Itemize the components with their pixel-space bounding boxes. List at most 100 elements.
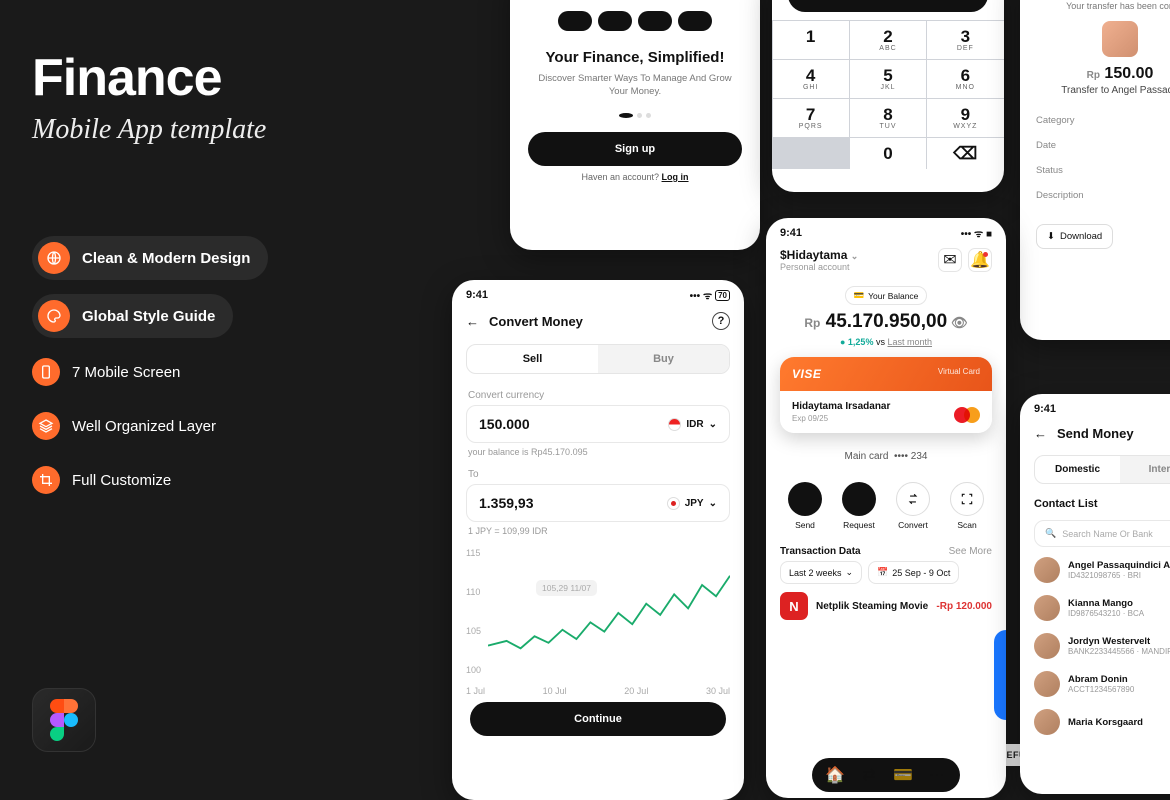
eye-icon[interactable]: 👁 — [951, 315, 968, 330]
figma-logo — [32, 688, 96, 752]
last-month-link[interactable]: Last month — [887, 337, 932, 347]
more-icon[interactable]: ⋯ — [928, 766, 946, 784]
page-title: Send Money — [1057, 426, 1134, 441]
screen-convert-money: 9:41••• ᯤ 70 ←Convert Money? SellBuy Con… — [452, 280, 744, 800]
transfer-to: Transfer to Angel Passaqu — [1020, 85, 1170, 96]
avatar — [1034, 633, 1060, 659]
globe-icon — [38, 242, 70, 274]
key-9[interactable]: 9WXYZ — [927, 99, 1003, 137]
numeric-keypad: 12ABC3DEF 4GHI5JKL6MNO 7PQRS8TUV9WXYZ0⌫ — [772, 20, 1004, 169]
feature-clean: Clean & Modern Design — [32, 236, 268, 280]
signup-button[interactable]: Sign up — [528, 132, 742, 166]
hero-title: Finance — [32, 48, 412, 108]
key-5[interactable]: 5JKL — [850, 60, 926, 98]
recipient-avatar — [1102, 21, 1138, 57]
card-icon[interactable]: 💳 — [894, 766, 912, 784]
contact-row[interactable]: Angel Passaquindici ArcandID4321098765 ·… — [1020, 551, 1170, 589]
secondary-card[interactable] — [994, 630, 1006, 720]
avatar — [1034, 671, 1060, 697]
tab-domestic[interactable]: Domestic — [1035, 456, 1120, 483]
mobile-icon — [32, 358, 60, 386]
avatar — [1034, 595, 1060, 621]
transfer-sub: Your transfer has been con — [1020, 1, 1170, 11]
login-link[interactable]: Log in — [662, 172, 689, 182]
search-icon: 🔍 — [1045, 528, 1056, 539]
layers-icon — [32, 412, 60, 440]
avatar — [1034, 709, 1060, 735]
detail-row: Category — [1020, 108, 1170, 133]
netflix-icon: N — [780, 592, 808, 620]
screen-transfer-success: Transfer Suc Your transfer has been con … — [1020, 0, 1170, 340]
screen-onboard: Main card 234 Your Finance, Simplified! … — [510, 0, 760, 250]
filter-range[interactable]: Last 2 weeks ⌄ — [780, 561, 862, 584]
feature-list: Clean & Modern Design Global Style Guide… — [32, 236, 412, 500]
amount-field-to[interactable]: 1.359,93JPY ⌄ — [466, 484, 730, 522]
download-icon: ⬇ — [1047, 231, 1055, 242]
feature-customize: Full Customize — [32, 460, 189, 500]
contact-row[interactable]: Maria Korsgaard — [1020, 703, 1170, 741]
feature-screens: 7 Mobile Screen — [32, 352, 198, 392]
key-7[interactable]: 7PQRS — [773, 99, 849, 137]
key-4[interactable]: 4GHI — [773, 60, 849, 98]
screen-keypad: Send 12ABC3DEF 4GHI5JKL6MNO 7PQRS8TUV9WXYZ… — [772, 0, 1004, 192]
detail-row: Description — [1020, 183, 1170, 208]
tab-buy[interactable]: Buy — [598, 345, 729, 373]
feature-style: Global Style Guide — [32, 294, 233, 338]
back-icon[interactable]: ← — [466, 314, 479, 329]
download-button[interactable]: ⬇Download — [1036, 224, 1113, 249]
swap-icon[interactable]: ⇄ — [860, 766, 878, 784]
tab-international[interactable]: Intern — [1120, 456, 1170, 483]
back-icon[interactable]: ← — [1034, 426, 1047, 441]
key-⌫[interactable]: ⌫ — [927, 138, 1003, 169]
detail-row: Status — [1020, 158, 1170, 183]
action-send[interactable]: Send — [788, 482, 822, 530]
home-icon[interactable]: 🏠 — [826, 766, 844, 784]
action-request[interactable]: Request — [842, 482, 876, 530]
palette-icon — [38, 300, 70, 332]
search-input[interactable]: 🔍Search Name Or Bank — [1034, 520, 1170, 547]
key-6[interactable]: 6MNO — [927, 60, 1003, 98]
action-convert[interactable]: Convert — [896, 482, 930, 530]
key-3[interactable]: 3DEF — [927, 21, 1003, 59]
continue-button[interactable]: Continue — [470, 702, 726, 736]
onboard-heading: Your Finance, Simplified! — [510, 49, 760, 66]
virtual-card[interactable]: VISEVirtual Card Hidaytama IrsadanarExp … — [780, 357, 992, 433]
feature-layers: Well Organized Layer — [32, 406, 234, 446]
avatar — [1034, 557, 1060, 583]
key-8[interactable]: 8TUV — [850, 99, 926, 137]
tab-bar[interactable]: 🏠 ⇄ 💳 ⋯ — [812, 758, 960, 792]
contact-row[interactable]: Kianna MangoID9876543210 · BCA — [1020, 589, 1170, 627]
hero-subtitle: Mobile App template — [32, 114, 412, 146]
contact-row[interactable]: Jordyn WesterveltBANK2233445566 · MANDIR… — [1020, 627, 1170, 665]
bell-icon[interactable]: 🔔 — [968, 248, 992, 272]
filter-date[interactable]: 📅 25 Sep - 9 Oct — [868, 561, 959, 584]
screen-dashboard: 9:41••• ᯤ ■ $Hidaytama ⌄Personal account… — [766, 218, 1006, 798]
send-button[interactable]: Send — [788, 0, 988, 12]
balance-value: Rp 45.170.950,00👁 — [766, 311, 1006, 333]
tab-sell[interactable]: Sell — [467, 345, 598, 373]
amount-field[interactable]: 150.000IDR ⌄ — [466, 405, 730, 443]
see-more-link[interactable]: See More — [949, 546, 992, 557]
key-0[interactable]: 0 — [850, 138, 926, 169]
status-icons: ••• ᯤ 70 — [690, 288, 730, 302]
chevron-down-icon[interactable]: ⌄ — [709, 419, 717, 430]
chevron-down-icon[interactable]: ⌄ — [709, 498, 717, 509]
mastercard-icon — [954, 407, 980, 423]
rate-chart: 115110105100 105,29 11/07 — [466, 548, 730, 678]
balance-delta: ● 1,25% vs Last month — [766, 337, 1006, 347]
chevron-down-icon[interactable]: ⌄ — [851, 251, 859, 261]
wallet-icon: 💳 — [854, 290, 865, 301]
key-1[interactable]: 1 — [773, 21, 849, 59]
sell-buy-segment[interactable]: SellBuy — [466, 344, 730, 374]
help-icon[interactable]: ? — [712, 312, 730, 330]
key-2[interactable]: 2ABC — [850, 21, 926, 59]
page-title: Convert Money — [489, 314, 583, 329]
flag-jpy-icon — [667, 497, 680, 510]
transfer-amount: Rp 150.00 — [1020, 65, 1170, 83]
inbox-icon[interactable]: ✉ — [938, 248, 962, 272]
contact-row[interactable]: Abram DoninACCT1234567890 — [1020, 665, 1170, 703]
action-scan[interactable]: Scan — [950, 482, 984, 530]
detail-row: Date — [1020, 133, 1170, 158]
transaction-row[interactable]: NNetplik Steaming Movie-Rp 120.000 — [766, 584, 1006, 628]
login-note: Haven an account? Log in — [510, 172, 760, 182]
